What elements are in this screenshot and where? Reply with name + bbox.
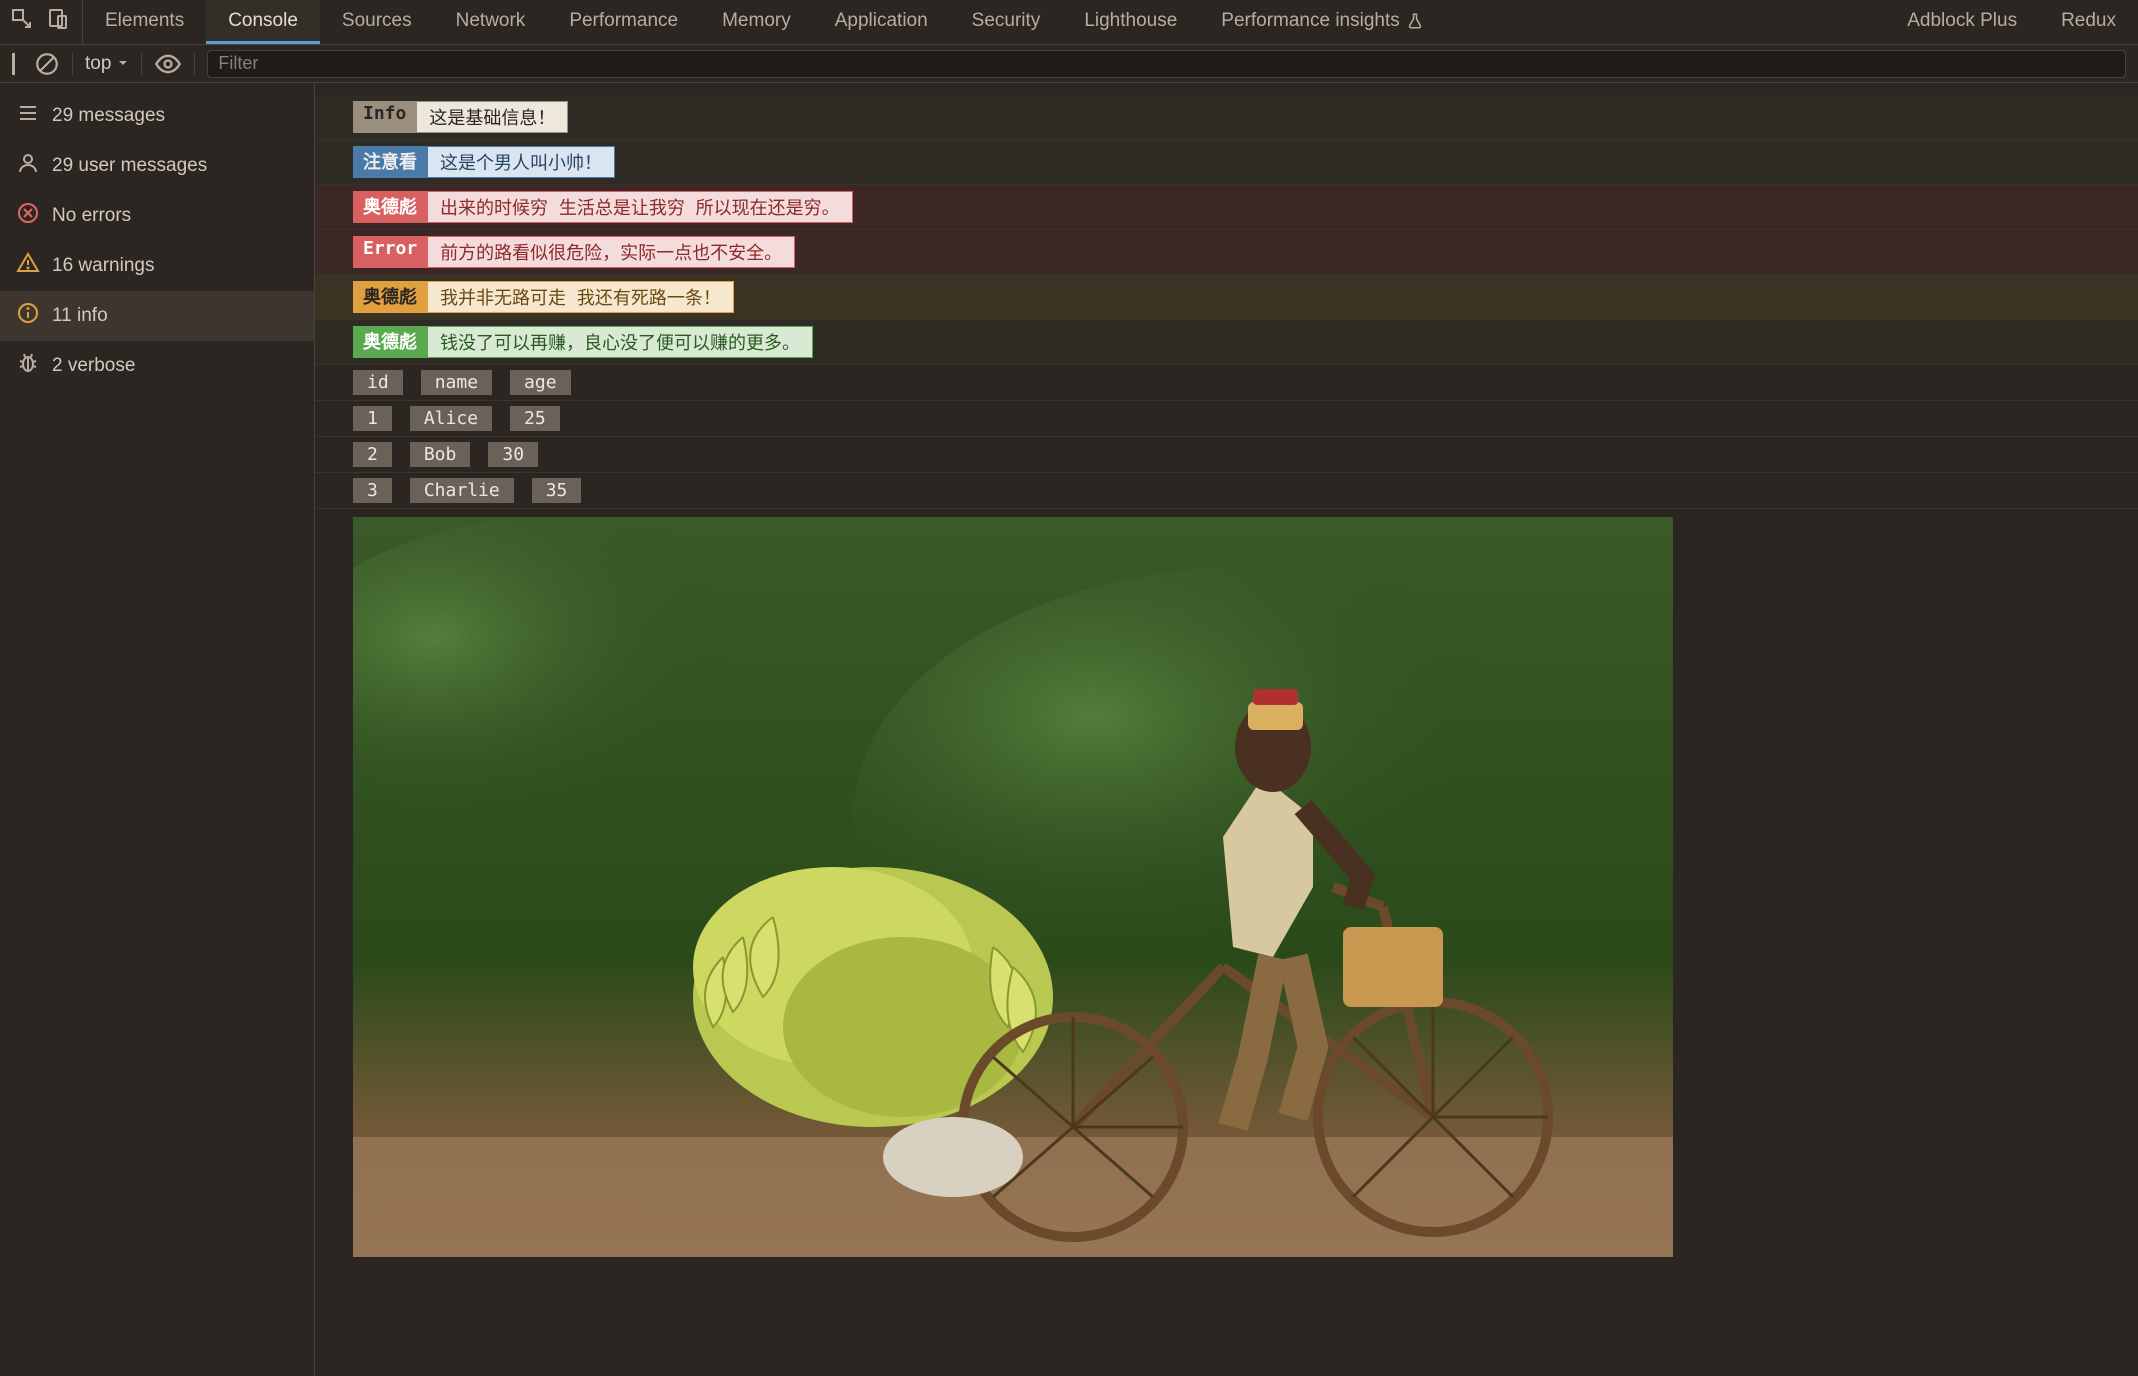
log-message: 这是个男人叫小帅！: [427, 146, 615, 178]
tab-performance-insights[interactable]: Performance insights: [1199, 0, 1445, 44]
filter-input[interactable]: [207, 50, 2126, 78]
toolbar-divider: [72, 53, 73, 75]
context-selector[interactable]: top: [85, 53, 129, 75]
log-tag: 奥德彪: [353, 326, 427, 358]
live-expression-icon[interactable]: [154, 50, 182, 78]
log-message: 钱没了可以再赚，良心没了便可以赚的更多。: [427, 326, 813, 358]
main-content: 29 messages 29 user messages No errors 1…: [0, 83, 2138, 1376]
table-cell: 25: [510, 406, 560, 431]
console-output: Info这是基础信息！注意看这是个男人叫小帅！奥德彪出来的时候穷 生活总是让我穷…: [315, 83, 2138, 1376]
tab-label: Performance insights: [1221, 10, 1399, 32]
table-row[interactable]: 3 Charlie 35: [315, 473, 2138, 509]
table-header-row[interactable]: idnameage: [315, 365, 2138, 401]
console-sidebar: 29 messages 29 user messages No errors 1…: [0, 83, 315, 1376]
log-badge-group: 奥德彪钱没了可以再赚，良心没了便可以赚的更多。: [353, 326, 813, 358]
console-log-row[interactable]: 注意看这是个男人叫小帅！: [315, 140, 2138, 185]
log-tag: 注意看: [353, 146, 427, 178]
tab-application[interactable]: Application: [813, 0, 950, 44]
sidebar-item-label: 29 messages: [52, 105, 165, 127]
tab-sources[interactable]: Sources: [320, 0, 434, 44]
tab-performance[interactable]: Performance: [547, 0, 700, 44]
table-cell: 35: [532, 478, 582, 503]
devtools-tabs-bar: Elements Console Sources Network Perform…: [0, 0, 2138, 45]
table-cell: 1: [353, 406, 392, 431]
log-badge-group: 注意看这是个男人叫小帅！: [353, 146, 615, 178]
log-badge-group: Info这是基础信息！: [353, 101, 568, 133]
flask-icon: [1406, 12, 1424, 30]
tab-redux[interactable]: Redux: [2039, 10, 2138, 35]
toolbar-divider: [194, 53, 195, 75]
log-message: 出来的时候穷 生活总是让我穷 所以现在还是穷。: [427, 191, 853, 223]
console-image-row: [315, 509, 2138, 1271]
sidebar-item-label: 11 info: [52, 305, 108, 327]
clear-console-icon[interactable]: [34, 51, 60, 77]
tab-elements[interactable]: Elements: [83, 0, 206, 44]
log-tag: 奥德彪: [353, 191, 427, 223]
info-icon: [16, 301, 40, 331]
sidebar-item-warnings[interactable]: 16 warnings: [0, 241, 314, 291]
console-log-row[interactable]: 奥德彪钱没了可以再赚，良心没了便可以赚的更多。: [315, 320, 2138, 365]
user-icon: [16, 151, 40, 181]
chevron-down-icon: [117, 53, 129, 75]
table-cell: 2: [353, 442, 392, 467]
log-message: 我并非无路可走 我还有死路一条！: [427, 281, 734, 313]
sidebar-item-verbose[interactable]: 2 verbose: [0, 341, 314, 391]
sidebar-item-info[interactable]: 11 info: [0, 291, 314, 341]
console-log-row[interactable]: 奥德彪我并非无路可走 我还有死路一条！: [315, 275, 2138, 320]
device-toggle-icon[interactable]: [46, 7, 70, 37]
tabs-list: Elements Console Sources Network Perform…: [83, 0, 1446, 44]
toolbar-divider: [141, 53, 142, 75]
log-message: 这是基础信息！: [416, 101, 568, 133]
context-label: top: [85, 53, 111, 75]
log-badge-group: Error前方的路看似很危险，实际一点也不安全。: [353, 236, 795, 268]
tabs-right: Adblock Plus Redux: [1885, 0, 2138, 44]
sidebar-toggle-icon[interactable]: [12, 53, 22, 75]
table-cell: 3: [353, 478, 392, 503]
table-cell: id: [353, 370, 403, 395]
table-cell: Alice: [410, 406, 492, 431]
inspect-icon[interactable]: [10, 7, 34, 37]
console-log-row[interactable]: Info这是基础信息！: [315, 95, 2138, 140]
tab-memory[interactable]: Memory: [700, 0, 813, 44]
table-row[interactable]: 1 Alice 25: [315, 401, 2138, 437]
sidebar-item-messages[interactable]: 29 messages: [0, 91, 314, 141]
warning-icon: [16, 251, 40, 281]
table-cell: Charlie: [410, 478, 514, 503]
tab-adblock[interactable]: Adblock Plus: [1885, 10, 2039, 35]
log-badge-group: 奥德彪出来的时候穷 生活总是让我穷 所以现在还是穷。: [353, 191, 853, 223]
tab-lighthouse[interactable]: Lighthouse: [1062, 0, 1199, 44]
table-row[interactable]: 2 Bob 30: [315, 437, 2138, 473]
log-tag: Info: [353, 101, 416, 133]
sidebar-item-label: 2 verbose: [52, 355, 135, 377]
tab-network[interactable]: Network: [434, 0, 548, 44]
console-image: [353, 517, 1673, 1257]
log-tag: Error: [353, 236, 427, 268]
list-icon: [16, 101, 40, 131]
log-message: 前方的路看似很危险，实际一点也不安全。: [427, 236, 795, 268]
table-cell: 30: [488, 442, 538, 467]
table-cell: name: [421, 370, 492, 395]
sidebar-item-errors[interactable]: No errors: [0, 191, 314, 241]
console-log-row[interactable]: 奥德彪出来的时候穷 生活总是让我穷 所以现在还是穷。: [315, 185, 2138, 230]
console-toolbar: top: [0, 45, 2138, 83]
log-badge-group: 奥德彪我并非无路可走 我还有死路一条！: [353, 281, 734, 313]
sidebar-item-label: 29 user messages: [52, 155, 207, 177]
tabs-left-icons: [10, 0, 83, 44]
log-tag: 奥德彪: [353, 281, 427, 313]
sidebar-item-label: No errors: [52, 205, 131, 227]
table-cell: Bob: [410, 442, 471, 467]
tab-console[interactable]: Console: [206, 0, 320, 44]
console-log-row[interactable]: Error前方的路看似很危险，实际一点也不安全。: [315, 230, 2138, 275]
sidebar-item-label: 16 warnings: [52, 255, 154, 277]
error-icon: [16, 201, 40, 231]
bug-icon: [16, 351, 40, 381]
tab-security[interactable]: Security: [950, 0, 1063, 44]
sidebar-item-user-messages[interactable]: 29 user messages: [0, 141, 314, 191]
table-cell: age: [510, 370, 571, 395]
